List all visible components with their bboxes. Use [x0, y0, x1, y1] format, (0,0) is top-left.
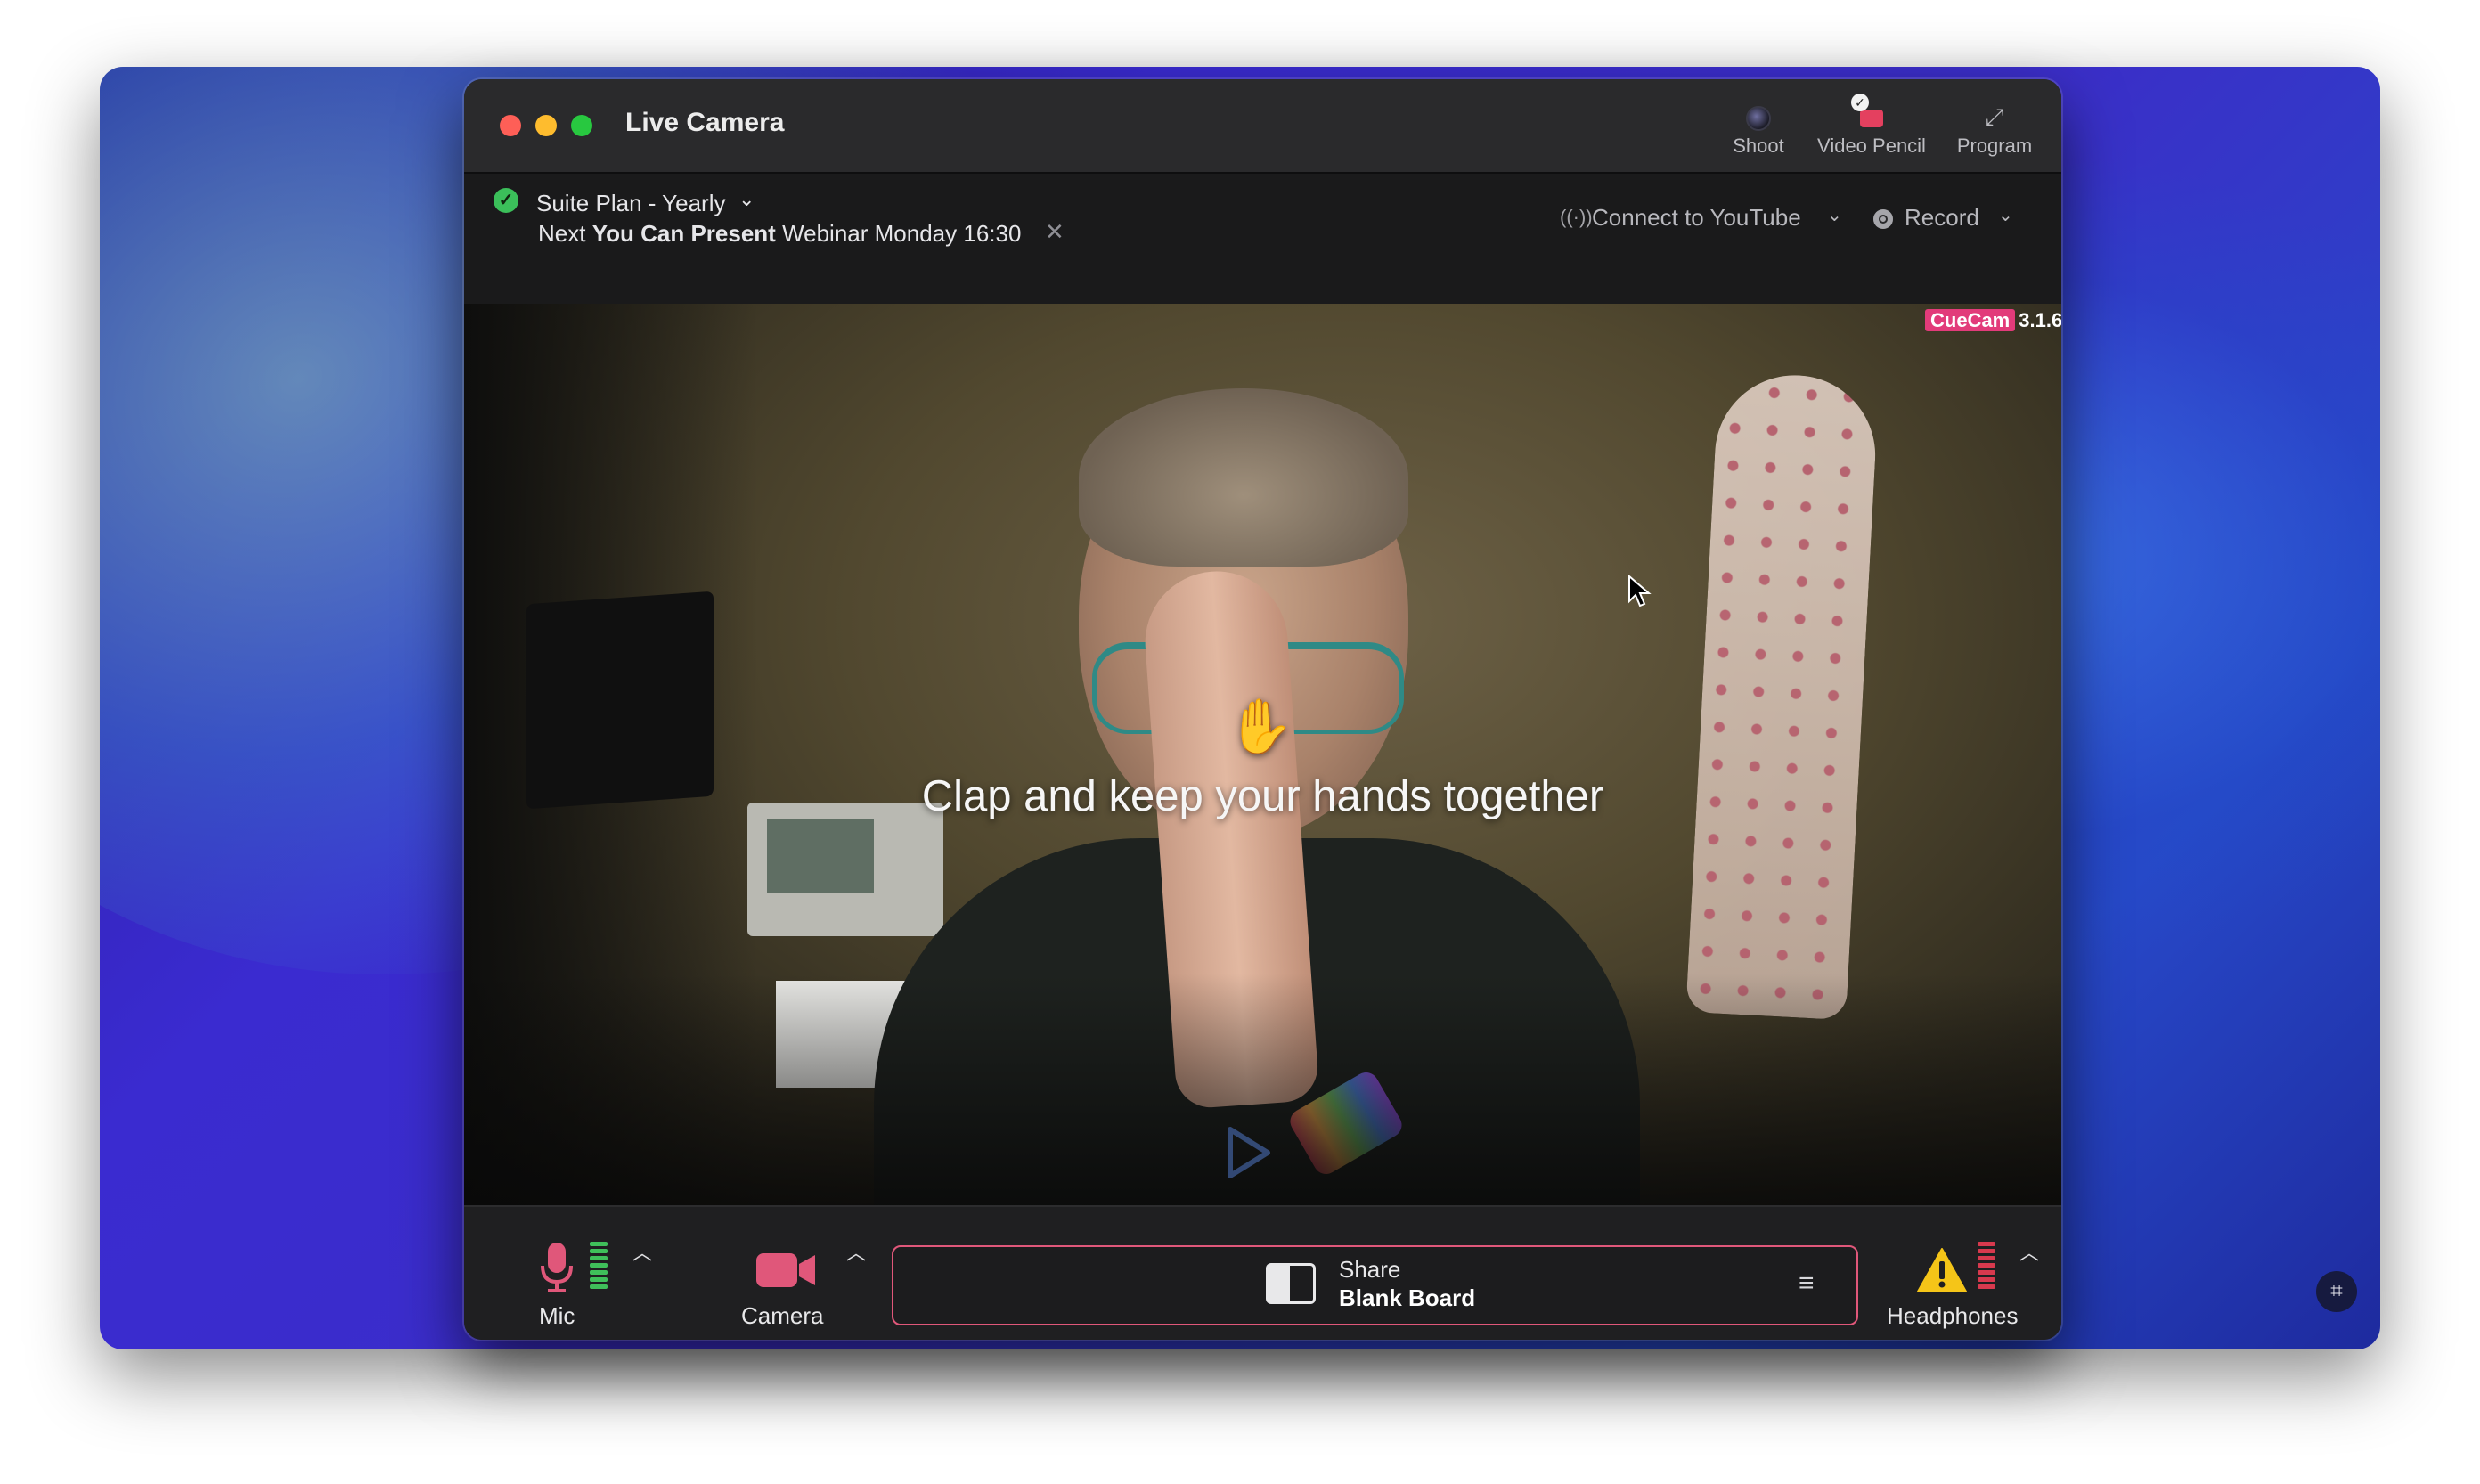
- record-dot-icon: [1873, 209, 1893, 229]
- program-button[interactable]: ⤢ Program: [1928, 99, 2061, 161]
- expand-icon: ⤢: [1985, 103, 2004, 130]
- camera-preview[interactable]: ✋ Clap and keep your hands together CueC…: [464, 304, 2061, 1205]
- chevron-up-icon[interactable]: ︿: [2019, 1237, 2039, 1266]
- meter-bar: [1978, 1242, 1995, 1246]
- chevron-down-icon[interactable]: ⌄: [738, 188, 755, 211]
- webinar-time: Webinar Monday 16:30: [782, 220, 1022, 247]
- brand-name: CueCam: [1925, 309, 2016, 331]
- share-title: Share: [1339, 1256, 1401, 1283]
- scene-hanging-cloth: [1685, 371, 1880, 1021]
- meter-bar: [1978, 1270, 1995, 1275]
- warning-icon: [1917, 1248, 1967, 1292]
- verified-check-icon: ✓: [494, 188, 518, 213]
- camera-label[interactable]: Camera: [741, 1302, 823, 1330]
- cuecam-version-badge: CueCam 3.1.6: [1925, 309, 2061, 334]
- mouse-pointer-icon: [1628, 575, 1652, 607]
- video-pencil-icon: [1805, 99, 1938, 135]
- meter-bar: [1978, 1263, 1995, 1268]
- gesture-instruction: Clap and keep your hands together: [921, 772, 1604, 820]
- close-window-button[interactable]: [500, 115, 521, 136]
- meter-bar: [590, 1249, 608, 1253]
- meter-bar: [590, 1242, 608, 1246]
- meter-bar: [590, 1270, 608, 1275]
- video-pencil-button[interactable]: ✓ Video Pencil: [1805, 94, 1938, 161]
- meter-bar: [590, 1263, 608, 1268]
- meter-bar: [590, 1256, 608, 1260]
- clap-hand-icon: ✋: [1227, 697, 1294, 756]
- connect-youtube-button[interactable]: Connect to YouTube: [1592, 204, 1801, 232]
- video-camera-icon[interactable]: [756, 1252, 815, 1289]
- chevron-up-icon[interactable]: ︿: [846, 1237, 866, 1266]
- program-label: Program: [1956, 135, 2033, 157]
- plan-selector[interactable]: Suite Plan - Yearly: [536, 190, 725, 217]
- dismiss-notice-icon[interactable]: ✕: [1045, 218, 1065, 246]
- meter-bar: [1978, 1256, 1995, 1260]
- meter-bar: [590, 1284, 608, 1289]
- person-hair: [1079, 388, 1408, 567]
- next-webinar-notice: Next You Can Present Webinar Monday 16:3…: [538, 220, 1021, 248]
- meter-bar: [1978, 1249, 1995, 1253]
- title-bar: Live Camera Shoot ✓ Video Pencil ⤢ Progr…: [464, 79, 2061, 174]
- live-camera-window: Live Camera Shoot ✓ Video Pencil ⤢ Progr…: [464, 79, 2061, 1340]
- meter-bar: [1978, 1277, 1995, 1282]
- checkmark-badge-icon: ✓: [1851, 94, 1869, 111]
- meter-bar: [590, 1277, 608, 1282]
- chevron-down-icon[interactable]: ⌄: [1998, 204, 2013, 226]
- play-icon[interactable]: [1211, 1117, 1282, 1188]
- microphone-icon[interactable]: [539, 1241, 575, 1294]
- board-layout-icon: [1266, 1263, 1316, 1304]
- next-prefix: Next: [538, 220, 586, 247]
- share-blank-board-button[interactable]: Share Blank Board ≡: [892, 1245, 1858, 1325]
- maximize-window-button[interactable]: [571, 115, 592, 136]
- screenshot-capture-icon[interactable]: ⌗: [2316, 1271, 2357, 1312]
- scene-oscilloscope-screen: [767, 819, 874, 893]
- window-title: Live Camera: [625, 108, 785, 137]
- record-button[interactable]: Record: [1905, 204, 1979, 232]
- menu-icon[interactable]: ≡: [1799, 1268, 1815, 1299]
- mic-label[interactable]: Mic: [539, 1302, 575, 1330]
- headphones-label[interactable]: Headphones: [1887, 1302, 2018, 1330]
- video-pencil-label: Video Pencil: [1817, 135, 1926, 157]
- brand-version: 3.1.6: [2019, 309, 2061, 331]
- meter-bar: [1978, 1284, 1995, 1289]
- minimize-window-button[interactable]: [535, 115, 557, 136]
- chevron-down-icon[interactable]: ⌄: [1827, 204, 1842, 226]
- share-subtitle: Blank Board: [1339, 1284, 1476, 1311]
- chevron-up-icon[interactable]: ︿: [632, 1237, 652, 1266]
- webinar-title: You Can Present: [591, 220, 776, 247]
- broadcast-icon: ((·)): [1560, 206, 1593, 228]
